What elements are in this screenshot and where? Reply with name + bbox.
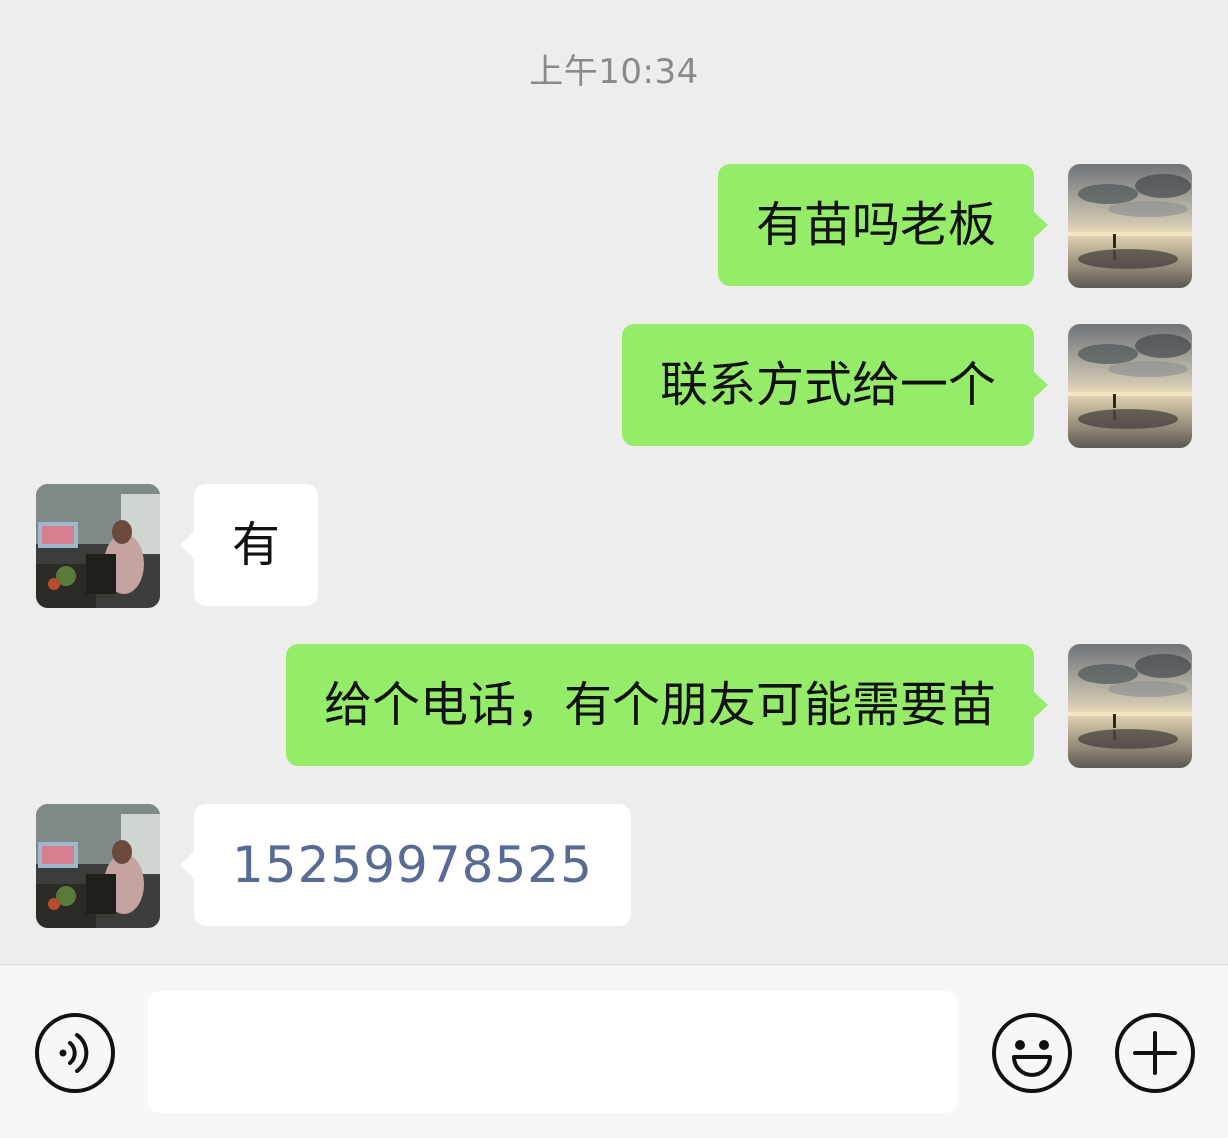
my-avatar[interactable] xyxy=(1068,644,1192,768)
voice-input-button[interactable] xyxy=(33,1011,117,1095)
avatar-image-indoor-photo xyxy=(36,484,160,608)
emoji-button[interactable] xyxy=(990,1011,1074,1095)
incoming-phone-number-link[interactable]: 15259978525 xyxy=(180,804,631,926)
voice-icon xyxy=(35,1013,115,1093)
outgoing-message-bubble[interactable]: 联系方式给一个 xyxy=(621,324,1049,446)
more-options-button[interactable] xyxy=(1113,1011,1197,1095)
outgoing-message-bubble[interactable]: 给个电话，有个朋友可能需要苗 xyxy=(285,644,1049,766)
avatar-image-beach-sunset xyxy=(1068,644,1192,768)
my-avatar[interactable] xyxy=(1068,324,1192,448)
chat-area: 上午10:34 有苗吗老板 联系方式给一个 有 给个电话，有个朋友可能需要苗 1… xyxy=(0,0,1228,964)
message-input[interactable] xyxy=(148,991,958,1113)
contact-avatar[interactable] xyxy=(36,484,160,608)
emoji-icon xyxy=(992,1013,1072,1093)
chat-input-bar xyxy=(0,964,1228,1138)
avatar-image-indoor-photo xyxy=(36,804,160,928)
contact-avatar[interactable] xyxy=(36,804,160,928)
incoming-message-bubble[interactable]: 有 xyxy=(179,484,319,606)
message-timestamp: 上午10:34 xyxy=(529,52,699,92)
outgoing-message-bubble[interactable]: 有苗吗老板 xyxy=(717,164,1049,286)
my-avatar[interactable] xyxy=(1068,164,1192,288)
avatar-image-beach-sunset xyxy=(1068,164,1192,288)
avatar-image-beach-sunset xyxy=(1068,324,1192,448)
plus-icon xyxy=(1115,1013,1195,1093)
